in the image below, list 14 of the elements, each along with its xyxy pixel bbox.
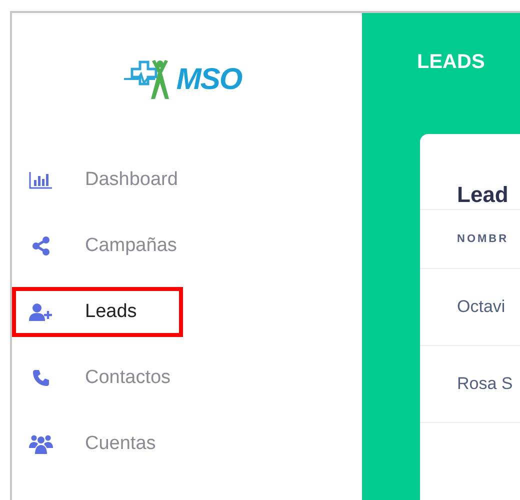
user-plus-icon — [28, 303, 54, 321]
sidebar-item[interactable]: Contactos — [12, 353, 183, 403]
sidebar-item[interactable]: Leads — [12, 287, 183, 337]
logo-text: MSO — [176, 63, 242, 97]
sidebar-item[interactable]: Cuentas — [12, 419, 183, 469]
card-title: Lead — [456, 181, 510, 209]
column-header: NOMBR — [457, 233, 509, 245]
table-cell: Octavi — [457, 297, 506, 317]
bar-chart-icon — [28, 171, 54, 189]
sidebar-item[interactable]: Dashboard — [12, 155, 183, 205]
sidebar-item[interactable]: Campañas — [12, 221, 183, 271]
table-cell: Rosa S — [457, 374, 513, 394]
page-title: LEADS — [417, 51, 486, 74]
users-icon — [28, 434, 54, 454]
